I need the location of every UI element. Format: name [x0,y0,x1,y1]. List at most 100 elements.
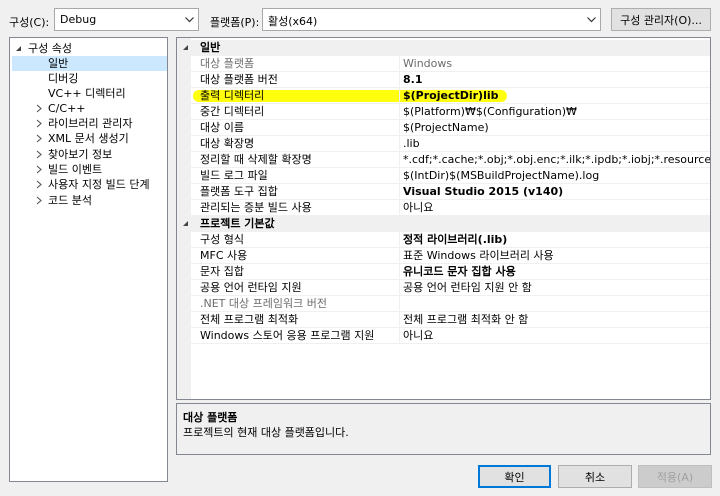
config-combo[interactable]: Debug [54,8,199,31]
chevron-down-icon [181,9,198,30]
category-title: 일반 [200,41,221,54]
tree-item-label: 빌드 이벤트 [48,163,103,176]
tree-item-label: 일반 [48,57,69,70]
property-row[interactable]: 대상 플랫폼 Windows [177,56,710,72]
property-value[interactable]: 유니코드 문자 집합 사용 [403,264,710,279]
property-row[interactable]: .NET 대상 프레임워크 버전 [177,296,710,312]
property-value[interactable]: Windows [403,56,710,71]
property-row[interactable]: 대상 플랫폼 버전 8.1 [177,72,710,88]
apply-button[interactable]: 적용(A) [638,465,712,488]
property-row[interactable]: 플랫폼 도구 집합 Visual Studio 2015 (v140) [177,184,710,200]
category-header[interactable]: 일반 [177,40,710,56]
ok-button[interactable]: 확인 [478,465,551,488]
property-value[interactable]: 전체 프로그램 최적화 안 함 [403,312,710,327]
property-row[interactable]: 전체 프로그램 최적화 전체 프로그램 최적화 안 함 [177,312,710,328]
expanded-arrow-icon[interactable] [180,40,190,55]
description-text: 프로젝트의 현재 대상 플랫폼입니다. [183,426,349,439]
property-value[interactable]: $(ProjectName) [403,120,710,135]
tree-item-label: VC++ 디렉터리 [48,87,126,100]
property-row[interactable]: 대상 확장명 .lib [177,136,710,152]
property-row[interactable]: 중간 디렉터리 $(Platform)₩$(Configuration)₩ [177,104,710,120]
tree-item[interactable]: 찾아보기 정보 [10,147,167,162]
property-value[interactable]: 8.1 [403,72,710,87]
property-value[interactable]: $(ProjectDir)lib [403,88,710,103]
property-value[interactable]: 표준 Windows 라이브러리 사용 [403,248,710,263]
property-name: 중간 디렉터리 [200,105,265,118]
platform-value: 활성(x64) [268,15,318,28]
tree-item[interactable]: 일반 [12,56,167,71]
property-value[interactable]: $(IntDir)$(MSBuildProjectName).log [403,168,710,183]
property-name: MFC 사용 [200,249,248,262]
tree-item[interactable]: 디버깅 [10,71,167,86]
tree-item-label: 구성 속성 [28,42,72,55]
tree-item[interactable]: XML 문서 생성기 [10,131,167,146]
collapsed-arrow-icon[interactable] [34,162,44,177]
tree-item[interactable]: 사용자 지정 빌드 단계 [10,177,167,192]
expanded-arrow-icon[interactable] [180,216,190,231]
property-name: 정리할 때 삭제할 확장명 [200,153,312,166]
property-row[interactable]: 빌드 로그 파일 $(IntDir)$(MSBuildProjectName).l… [177,168,710,184]
platform-label: 플랫폼(P): [210,16,260,29]
row-divider [191,343,710,344]
property-row[interactable]: 대상 이름 $(ProjectName) [177,120,710,136]
column-separator [399,312,400,328]
cancel-button[interactable]: 취소 [558,465,632,488]
property-value[interactable]: 아니요 [403,328,710,343]
property-name: 출력 디렉터리 [200,89,265,102]
config-manager-button[interactable]: 구성 관리자(O)... [611,8,711,31]
tree-item[interactable]: 라이브러리 관리자 [10,116,167,131]
property-name: 문자 집합 [200,265,244,278]
property-row[interactable]: 문자 집합 유니코드 문자 집합 사용 [177,264,710,280]
property-row[interactable]: 출력 디렉터리 $(ProjectDir)lib [177,88,710,104]
property-row[interactable]: 구성 형식 정적 라이브러리(.lib) [177,232,710,248]
collapsed-arrow-icon[interactable] [34,131,44,146]
column-separator [399,328,400,344]
config-label: 구성(C): [9,16,50,29]
tree-item[interactable]: 구성 속성 [10,41,167,56]
property-name: 플랫폼 도구 집합 [200,185,278,198]
property-value[interactable]: 정적 라이브러리(.lib) [403,232,710,247]
column-separator [399,56,400,72]
tree-item-label: 디버깅 [48,72,79,85]
property-value[interactable]: *.cdf;*.cache;*.obj;*.obj.enc;*.ilk;*.ip… [403,152,710,167]
property-tree[interactable]: 구성 속성일반디버깅 VC++ 디렉터리 C/C++ 라이브러리 관리자 XML 문서 … [9,37,168,482]
collapsed-arrow-icon[interactable] [34,116,44,131]
property-value[interactable]: 아니요 [403,200,710,215]
collapsed-arrow-icon[interactable] [34,193,44,208]
tree-item[interactable]: 코드 분석 [10,193,167,208]
column-separator [399,104,400,120]
property-name: 대상 플랫폼 버전 [200,73,278,86]
property-row[interactable]: MFC 사용 표준 Windows 라이브러리 사용 [177,248,710,264]
column-separator [399,264,400,280]
platform-combo[interactable]: 활성(x64) [262,8,601,31]
property-grid[interactable]: 일반대상 플랫폼 Windows 대상 플랫폼 버전 8.1 출력 디렉터리 $(Proj… [176,37,711,400]
property-row[interactable]: 관리되는 증분 빌드 사용 아니요 [177,200,710,216]
description-title: 대상 플랫폼 [183,411,238,424]
column-separator [399,136,400,152]
column-separator [399,88,400,104]
property-row[interactable]: Windows 스토어 응용 프로그램 지원 아니요 [177,328,710,344]
property-value[interactable]: 공용 언어 런타임 지원 안 함 [403,280,710,295]
property-name: 빌드 로그 파일 [200,169,268,182]
tree-item[interactable]: 빌드 이벤트 [10,162,167,177]
tree-item-label: 라이브러리 관리자 [48,117,133,130]
collapsed-arrow-icon[interactable] [34,147,44,162]
tree-item-label: C/C++ [48,102,86,115]
property-row[interactable]: 공용 언어 런타임 지원 공용 언어 런타임 지원 안 함 [177,280,710,296]
tree-item[interactable]: VC++ 디렉터리 [10,86,167,101]
collapsed-arrow-icon[interactable] [34,101,44,116]
config-value: Debug [60,13,97,26]
property-value[interactable]: .lib [403,136,710,151]
property-value[interactable]: $(Platform)₩$(Configuration)₩ [403,104,710,119]
tree-item[interactable]: C/C++ [10,101,167,116]
property-row[interactable]: 정리할 때 삭제할 확장명 *.cdf;*.cache;*.obj;*.obj.e… [177,152,710,168]
column-separator [399,152,400,168]
collapsed-arrow-icon[interactable] [34,177,44,192]
category-header[interactable]: 프로젝트 기본값 [177,216,710,232]
tree-item-label: XML 문서 생성기 [48,132,129,145]
column-separator [399,232,400,248]
property-value[interactable]: Visual Studio 2015 (v140) [403,184,710,199]
category-title: 프로젝트 기본값 [200,217,275,230]
tree-item-label: 사용자 지정 빌드 단계 [48,178,150,191]
expanded-arrow-icon[interactable] [13,41,23,56]
